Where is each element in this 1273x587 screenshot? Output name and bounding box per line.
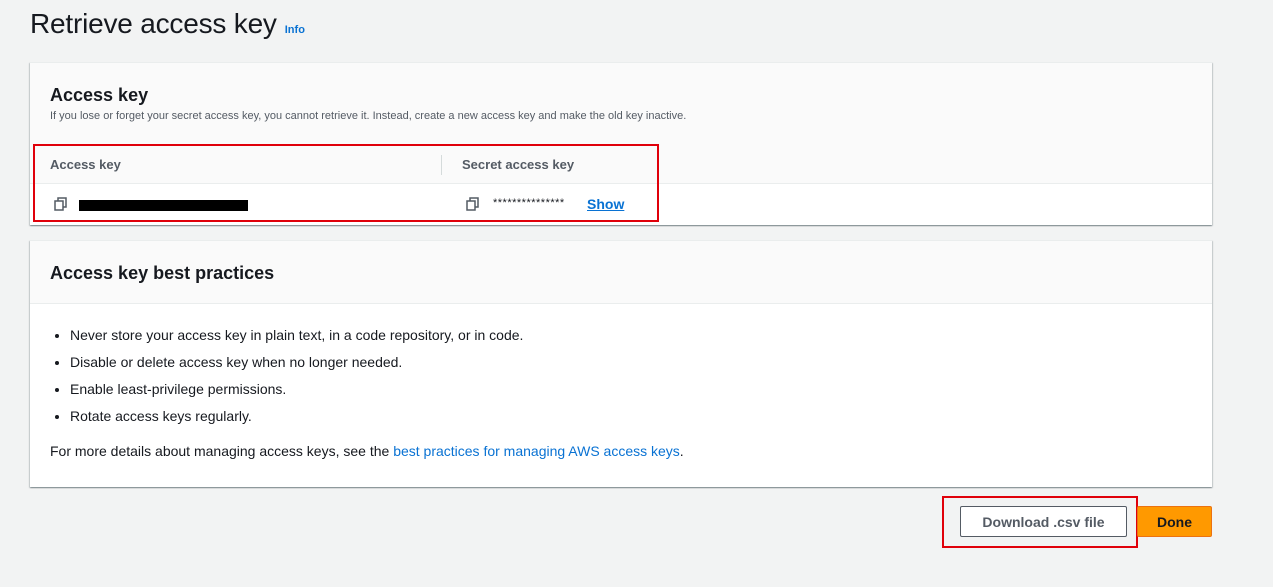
show-secret-link[interactable]: Show bbox=[587, 196, 624, 212]
redacted-access-key bbox=[79, 200, 248, 211]
best-practices-link[interactable]: best practices for managing AWS access k… bbox=[393, 443, 680, 459]
best-practices-panel: Access key best practices Never store yo… bbox=[30, 240, 1212, 487]
page-header: Retrieve access key Info bbox=[30, 8, 305, 40]
access-key-panel: Access key If you lose or forget your se… bbox=[30, 62, 1212, 225]
info-link[interactable]: Info bbox=[285, 24, 305, 36]
copy-access-key-icon[interactable] bbox=[54, 197, 68, 211]
footnote-suffix: . bbox=[679, 443, 684, 459]
page-title: Retrieve access key bbox=[30, 8, 277, 39]
column-header-access-key: Access key bbox=[50, 157, 121, 172]
download-csv-button[interactable]: Download .csv file bbox=[960, 506, 1127, 537]
done-button[interactable]: Done bbox=[1137, 506, 1212, 537]
access-key-panel-header: Access key If you lose or forget your se… bbox=[30, 63, 1212, 146]
list-item: Enable least-privilege permissions. bbox=[70, 381, 523, 408]
access-key-table-header: Access key Secret access key bbox=[30, 145, 1212, 184]
list-item: Rotate access keys regularly. bbox=[70, 408, 523, 435]
access-key-panel-description: If you lose or forget your secret access… bbox=[50, 110, 687, 122]
best-practices-footnote: For more details about managing access k… bbox=[50, 443, 684, 459]
best-practices-panel-header: Access key best practices bbox=[30, 241, 1212, 304]
best-practices-panel-title: Access key best practices bbox=[50, 263, 275, 283]
copy-secret-key-icon[interactable] bbox=[466, 197, 480, 211]
list-item: Disable or delete access key when no lon… bbox=[70, 354, 523, 381]
column-header-secret-access-key: Secret access key bbox=[462, 157, 575, 172]
access-key-panel-title: Access key bbox=[50, 85, 149, 105]
secret-access-key-value: *************** bbox=[493, 197, 565, 209]
column-divider bbox=[441, 155, 442, 175]
table-row: *************** Show bbox=[30, 184, 1212, 225]
footnote-text: For more details about managing access k… bbox=[50, 443, 394, 459]
best-practices-list: Never store your access key in plain tex… bbox=[70, 327, 523, 435]
list-item: Never store your access key in plain tex… bbox=[70, 327, 523, 354]
